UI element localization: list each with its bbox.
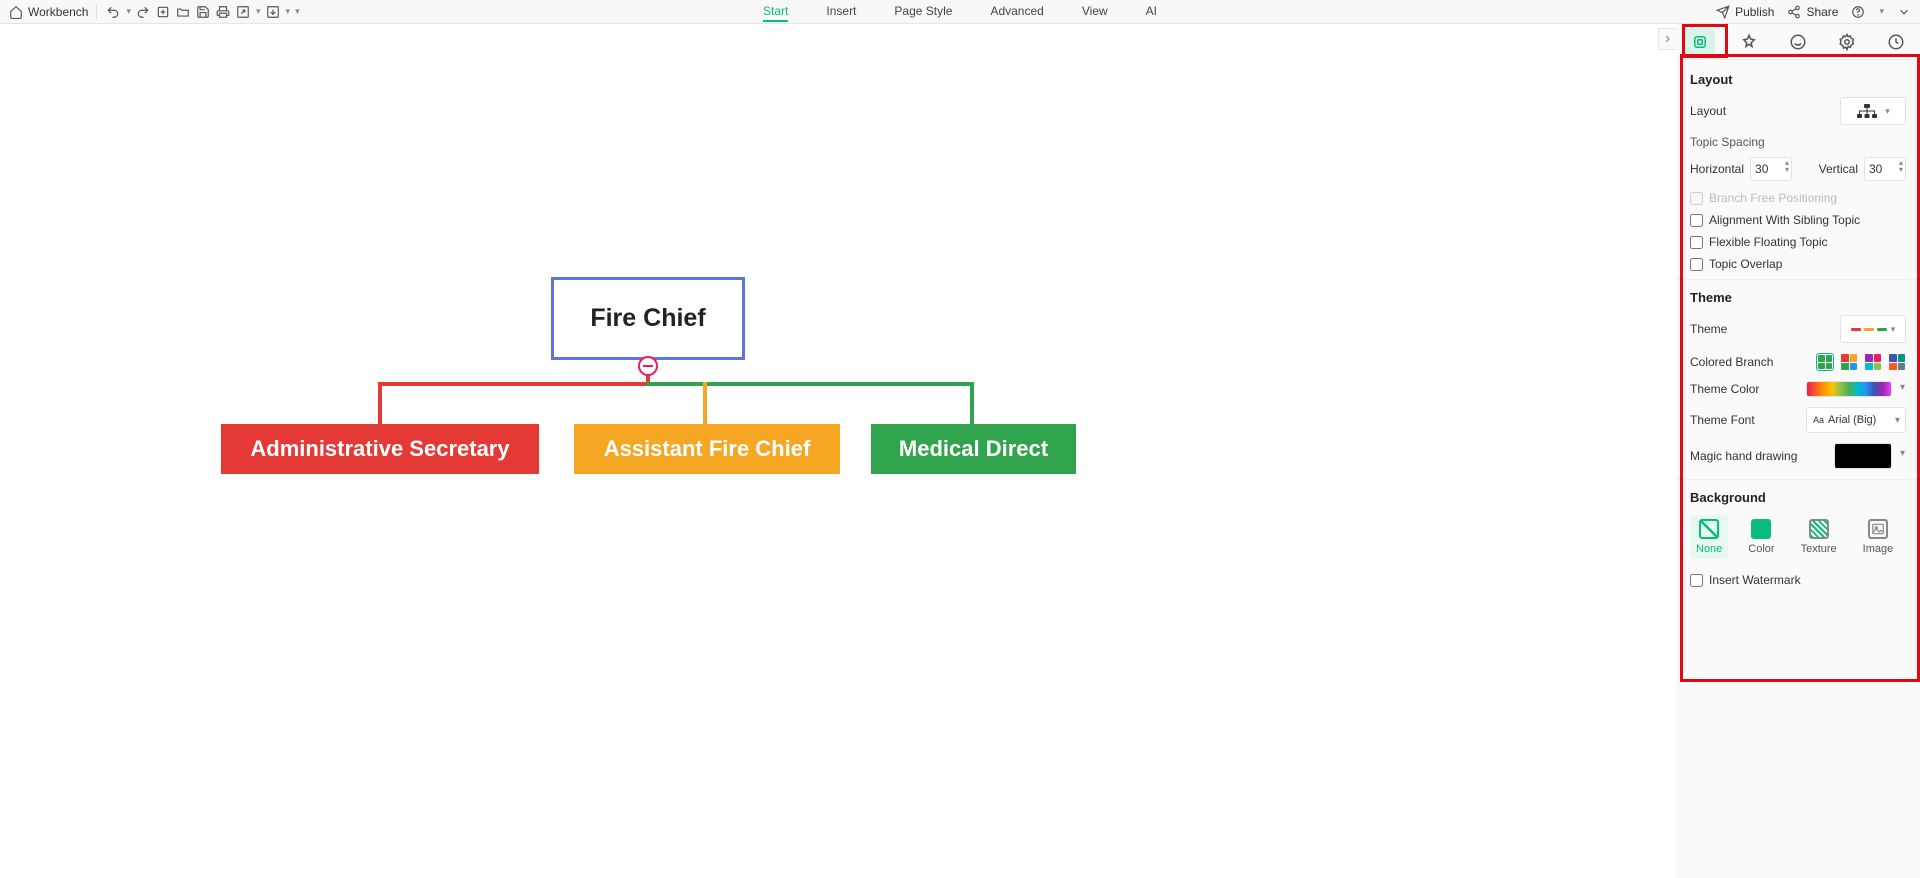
undo-icon[interactable] bbox=[105, 4, 121, 20]
more-icon[interactable]: ▾ bbox=[295, 6, 300, 17]
topic-overlap-checkbox[interactable] bbox=[1690, 258, 1703, 271]
theme-label: Theme bbox=[1690, 322, 1727, 336]
bg-image[interactable]: Image bbox=[1857, 515, 1900, 559]
cb-option-1[interactable] bbox=[1816, 353, 1834, 371]
bg-color[interactable]: Color bbox=[1742, 515, 1780, 559]
theme-font-label: Theme Font bbox=[1690, 413, 1755, 427]
menu-insert[interactable]: Insert bbox=[826, 2, 856, 22]
child-node-1[interactable]: Administrative Secretary bbox=[221, 424, 539, 474]
menu-advanced[interactable]: Advanced bbox=[990, 2, 1043, 22]
menu-view[interactable]: View bbox=[1082, 2, 1108, 22]
home-icon bbox=[8, 4, 24, 20]
layout-section-title: Layout bbox=[1690, 72, 1906, 87]
watermark-row[interactable]: Insert Watermark bbox=[1690, 573, 1906, 587]
toolbar-left: Workbench ▾ ▾ ▾ ▾ bbox=[8, 4, 300, 20]
connector bbox=[378, 382, 650, 386]
flex-float-checkbox[interactable] bbox=[1690, 236, 1703, 249]
horizontal-input[interactable]: 30▴▾ bbox=[1750, 157, 1792, 181]
print-icon[interactable] bbox=[215, 4, 231, 20]
watermark-checkbox[interactable] bbox=[1690, 574, 1703, 587]
cb-option-3[interactable] bbox=[1864, 353, 1882, 371]
flex-float-row[interactable]: Flexible Floating Topic bbox=[1690, 235, 1906, 249]
connector bbox=[970, 382, 974, 424]
cb-option-2[interactable] bbox=[1840, 353, 1858, 371]
align-sibling-row[interactable]: Alignment With Sibling Topic bbox=[1690, 213, 1906, 227]
menu-start[interactable]: Start bbox=[763, 2, 788, 22]
new-icon[interactable] bbox=[155, 4, 171, 20]
child-1-label: Administrative Secretary bbox=[250, 436, 509, 462]
vertical-input[interactable]: 30▴▾ bbox=[1864, 157, 1906, 181]
org-chart-icon bbox=[1856, 104, 1878, 118]
share-label: Share bbox=[1806, 5, 1838, 19]
child-2-label: Assistant Fire Chief bbox=[604, 436, 811, 462]
publish-icon bbox=[1715, 4, 1731, 20]
magic-hand-color[interactable] bbox=[1834, 443, 1892, 469]
tab-settings[interactable] bbox=[1832, 28, 1862, 56]
connector bbox=[378, 382, 382, 424]
share-icon bbox=[1786, 4, 1802, 20]
top-toolbar: Workbench ▾ ▾ ▾ ▾ Start Insert Page Styl… bbox=[0, 0, 1920, 24]
publish-label: Publish bbox=[1735, 5, 1774, 19]
tab-layout[interactable] bbox=[1685, 28, 1715, 56]
save-icon[interactable] bbox=[195, 4, 211, 20]
tab-history[interactable] bbox=[1881, 28, 1911, 56]
magic-hand-label: Magic hand drawing bbox=[1690, 449, 1797, 463]
redo-icon[interactable] bbox=[135, 4, 151, 20]
collapse-handle[interactable] bbox=[638, 356, 658, 376]
open-icon[interactable] bbox=[175, 4, 191, 20]
theme-select[interactable]: ▾ bbox=[1840, 315, 1906, 343]
import-icon[interactable] bbox=[265, 4, 281, 20]
connector bbox=[646, 382, 974, 386]
branch-free-row: Branch Free Positioning bbox=[1690, 191, 1906, 205]
bg-none[interactable]: None bbox=[1690, 515, 1728, 559]
bg-texture[interactable]: Texture bbox=[1795, 515, 1843, 559]
publish-button[interactable]: Publish bbox=[1715, 4, 1774, 20]
topic-spacing-label: Topic Spacing bbox=[1690, 135, 1906, 149]
workbench-label: Workbench bbox=[28, 5, 88, 19]
align-sibling-checkbox[interactable] bbox=[1690, 214, 1703, 227]
layout-label: Layout bbox=[1690, 104, 1726, 118]
chevron-down-icon[interactable] bbox=[1896, 4, 1912, 20]
theme-color-select[interactable] bbox=[1806, 381, 1892, 397]
theme-font-select[interactable]: AaArial (Big) bbox=[1806, 407, 1906, 433]
colored-branch-label: Colored Branch bbox=[1690, 355, 1773, 369]
menu-page-style[interactable]: Page Style bbox=[894, 2, 952, 22]
topic-overlap-row[interactable]: Topic Overlap bbox=[1690, 257, 1906, 271]
export-icon[interactable] bbox=[235, 4, 251, 20]
vertical-label: Vertical bbox=[1819, 162, 1858, 176]
child-node-2[interactable]: Assistant Fire Chief bbox=[574, 424, 840, 474]
toolbar-right: Publish Share ▾ bbox=[1715, 4, 1912, 20]
main-menu: Start Insert Page Style Advanced View AI bbox=[763, 2, 1157, 22]
root-label: Fire Chief bbox=[590, 304, 705, 333]
workbench-button[interactable]: Workbench bbox=[8, 4, 88, 20]
child-node-3[interactable]: Medical Direct bbox=[871, 424, 1076, 474]
tab-emoji[interactable] bbox=[1783, 28, 1813, 56]
branch-free-checkbox bbox=[1690, 192, 1703, 205]
help-icon[interactable] bbox=[1850, 4, 1866, 20]
layout-select[interactable]: ▾ bbox=[1840, 97, 1906, 125]
colored-branch-options bbox=[1816, 353, 1906, 371]
canvas[interactable]: Fire Chief Administrative Secretary Assi… bbox=[0, 24, 1676, 878]
connector bbox=[703, 382, 707, 424]
root-node[interactable]: Fire Chief bbox=[551, 277, 745, 360]
side-panel: Layout Layout ▾ Topic Spacing Horizontal… bbox=[1676, 60, 1920, 878]
menu-ai[interactable]: AI bbox=[1146, 2, 1157, 22]
side-tabs bbox=[1676, 24, 1920, 60]
share-button[interactable]: Share bbox=[1786, 4, 1838, 20]
background-section-title: Background bbox=[1690, 490, 1906, 505]
theme-color-label: Theme Color bbox=[1690, 382, 1759, 396]
cb-option-4[interactable] bbox=[1888, 353, 1906, 371]
background-options: None Color Texture Image bbox=[1690, 515, 1906, 559]
child-3-label: Medical Direct bbox=[899, 436, 1048, 462]
panel-collapse-button[interactable]: › bbox=[1658, 28, 1676, 50]
tab-style[interactable] bbox=[1734, 28, 1764, 56]
theme-section-title: Theme bbox=[1690, 290, 1906, 305]
horizontal-label: Horizontal bbox=[1690, 162, 1744, 176]
